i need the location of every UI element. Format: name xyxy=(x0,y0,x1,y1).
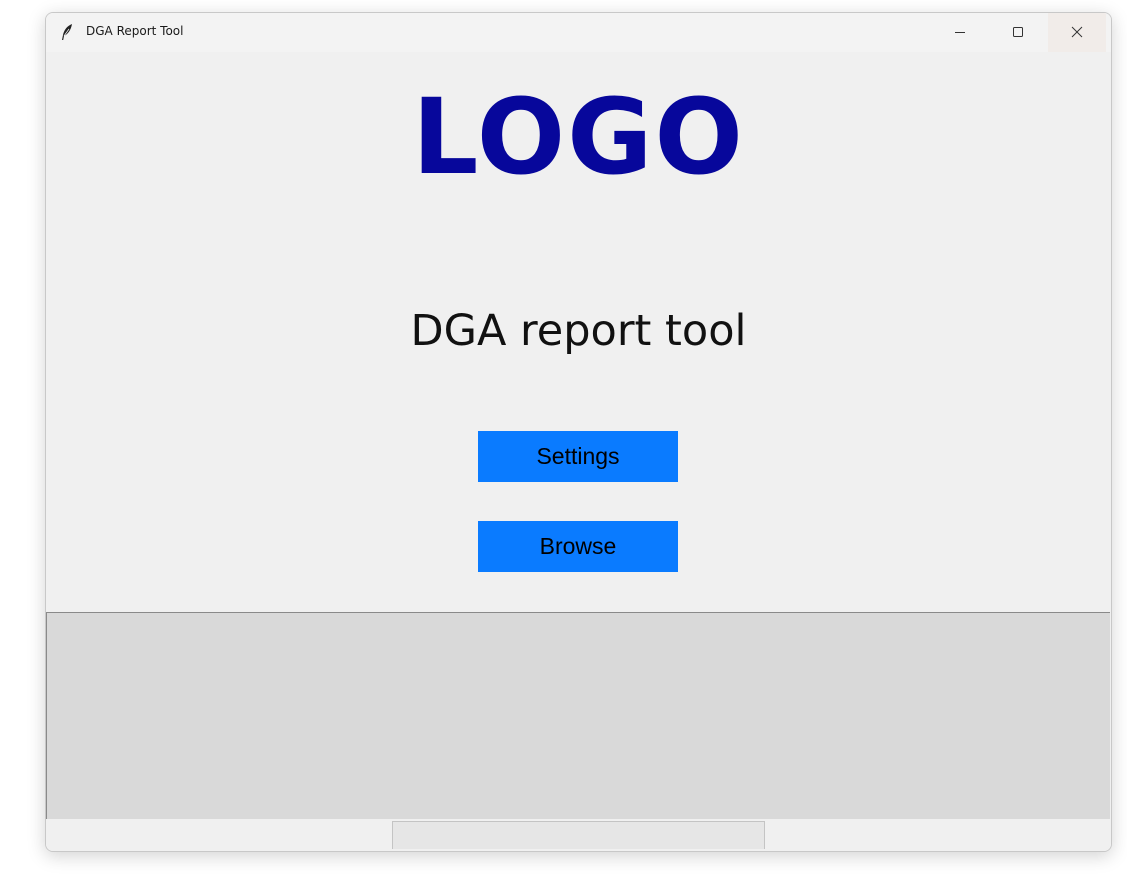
close-button[interactable] xyxy=(1048,13,1106,52)
app-title: DGA report tool xyxy=(410,306,747,356)
close-icon xyxy=(1071,23,1083,42)
minimize-icon xyxy=(954,23,966,42)
logo: LOGO xyxy=(412,76,745,198)
log-panel[interactable] xyxy=(46,612,1110,819)
app-window: DGA Report Tool LOGO DGA report tool Set… xyxy=(45,12,1112,852)
maximize-button[interactable] xyxy=(989,13,1047,52)
settings-button[interactable]: Settings xyxy=(478,431,678,482)
window-title: DGA Report Tool xyxy=(86,24,184,38)
browse-button[interactable]: Browse xyxy=(478,521,678,572)
maximize-icon xyxy=(1012,23,1024,42)
feather-icon xyxy=(60,23,74,41)
scrollbar-thumb[interactable] xyxy=(392,821,765,849)
title-bar[interactable]: DGA Report Tool xyxy=(46,13,1111,52)
minimize-button[interactable] xyxy=(931,13,989,52)
horizontal-scrollbar[interactable] xyxy=(46,820,1111,851)
